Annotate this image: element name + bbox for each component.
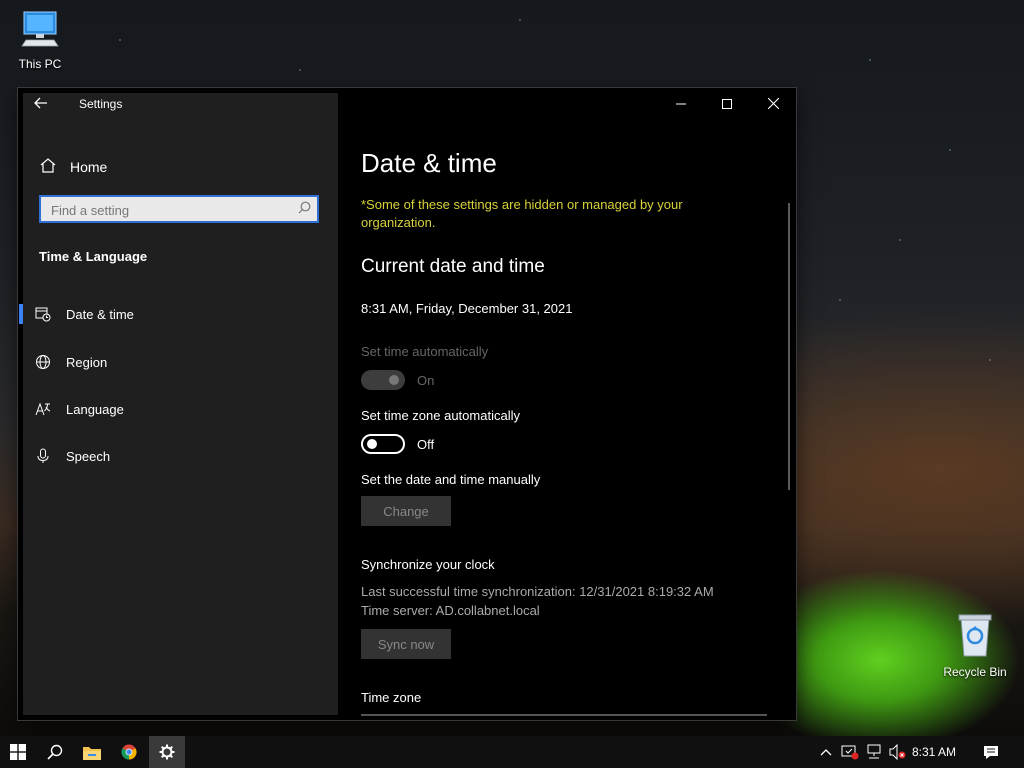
search-box[interactable]: [39, 195, 319, 223]
recycle-bin-icon: [935, 612, 1015, 661]
toggle-knob: [367, 439, 377, 449]
toggle-knob: [389, 375, 399, 385]
arrow-left-icon: [34, 97, 47, 109]
search-icon: [47, 744, 63, 760]
sidebar-item-region[interactable]: Region: [18, 344, 333, 380]
volume-muted-icon: [889, 744, 906, 760]
time-zone-dropdown[interactable]: [361, 714, 767, 716]
tray-network-button[interactable]: [865, 744, 883, 760]
search-input[interactable]: [49, 200, 293, 220]
nav-home-label: Home: [70, 159, 108, 175]
security-alert-icon: [841, 745, 859, 760]
set-time-auto-toggle[interactable]: [361, 370, 405, 390]
current-date-time-value: 8:31 AM, Friday, December 31, 2021: [361, 301, 573, 316]
desktop-icon-label: Recycle Bin: [943, 665, 1007, 679]
sync-now-button[interactable]: Sync now: [361, 629, 451, 659]
set-tz-auto-toggle[interactable]: [361, 434, 405, 454]
settings-window: Settings Home Time & Language Date & tim…: [18, 88, 796, 720]
desktop-icon-this-pc[interactable]: This PC: [0, 10, 80, 71]
sidebar-item-label: Language: [66, 401, 124, 417]
sidebar-item-label: Date & time: [66, 306, 134, 322]
sync-last-time: Last successful time synchronization: 12…: [361, 584, 714, 599]
manual-date-time-label: Set the date and time manually: [361, 472, 541, 487]
chevron-up-icon: [820, 749, 832, 756]
taskbar-search-button[interactable]: [37, 736, 73, 768]
set-time-auto-label: Set time automatically: [361, 344, 489, 359]
sidebar-item-speech[interactable]: Speech: [18, 438, 333, 474]
desktop-icon-label: This PC: [18, 57, 62, 71]
windows-logo-icon: [10, 744, 26, 760]
desktop-icon-recycle-bin[interactable]: Recycle Bin: [935, 612, 1015, 679]
globe-icon: [34, 354, 52, 370]
time-zone-label: Time zone: [361, 690, 422, 705]
sidebar-section-title: Time & Language: [39, 249, 148, 264]
search-icon: [298, 201, 311, 219]
taskbar-clock[interactable]: 8:31 AM: [912, 745, 956, 759]
sidebar-item-date-time[interactable]: Date & time: [18, 296, 333, 332]
language-icon: [34, 401, 52, 417]
tray-security-icon-button[interactable]: [841, 744, 859, 760]
calendar-clock-icon: [34, 306, 52, 322]
taskbar: 8:31 AM: [0, 736, 1024, 768]
computer-icon: [0, 10, 80, 53]
back-button[interactable]: [28, 93, 54, 115]
sidebar-item-language[interactable]: Language: [18, 391, 333, 427]
window-title: Settings: [79, 97, 123, 111]
sidebar-item-label: Region: [66, 354, 108, 370]
sidebar-item-label: Speech: [66, 448, 111, 464]
change-button[interactable]: Change: [361, 496, 451, 526]
set-tz-auto-label: Set time zone automatically: [361, 408, 520, 423]
managed-warning: *Some of these settings are hidden or ma…: [361, 197, 683, 230]
network-icon: [867, 744, 881, 759]
chrome-button[interactable]: [111, 736, 147, 768]
tray-overflow-button[interactable]: [817, 744, 835, 760]
chrome-icon: [121, 744, 137, 760]
sync-time-server: Time server: AD.collabnet.local: [361, 603, 540, 618]
gear-icon: [159, 744, 175, 760]
sync-clock-heading: Synchronize your clock: [361, 557, 495, 572]
folder-icon: [83, 746, 101, 760]
tray-volume-button[interactable]: [889, 744, 907, 760]
set-time-auto-state: On: [417, 373, 435, 388]
settings-taskbar-button[interactable]: [149, 736, 185, 768]
file-explorer-button[interactable]: [74, 736, 110, 768]
settings-content: Date & time *Some of these settings are …: [361, 88, 791, 720]
microphone-icon: [34, 448, 52, 464]
home-icon: [40, 158, 58, 176]
action-center-button[interactable]: [982, 744, 1000, 760]
page-title: Date & time: [361, 148, 497, 178]
notification-icon: [984, 746, 998, 759]
start-button[interactable]: [0, 736, 36, 768]
set-tz-auto-state: Off: [417, 437, 435, 452]
content-scrollbar[interactable]: [788, 203, 790, 490]
nav-home[interactable]: Home: [40, 156, 107, 178]
current-date-time-heading: Current date and time: [361, 256, 545, 277]
